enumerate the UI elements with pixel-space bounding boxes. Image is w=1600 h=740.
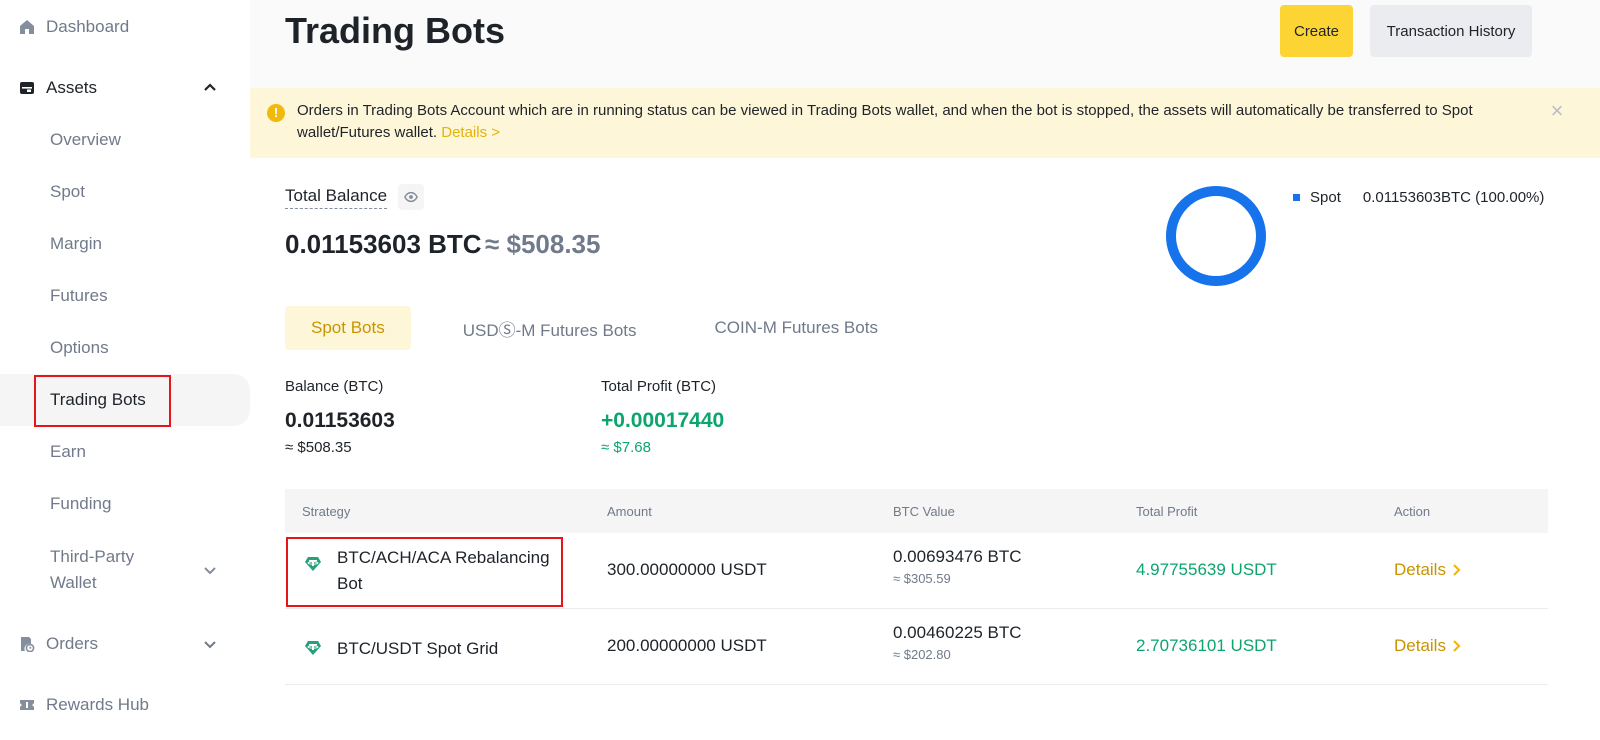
amount-value: 200.00000000 USDT bbox=[607, 636, 767, 655]
warning-icon: ! bbox=[267, 104, 285, 122]
home-icon bbox=[18, 18, 36, 36]
column-header-strategy: Strategy bbox=[302, 504, 351, 519]
profit-stat-value: +0.00017440 bbox=[601, 409, 725, 432]
column-header-action: Action bbox=[1394, 504, 1431, 519]
profit-stat: Total Profit (BTC) +0.00017440 ≈ $7.68 bbox=[601, 378, 724, 456]
app: Dashboard Assets Overview Spot Margin Fu… bbox=[0, 0, 1600, 740]
btc-value: 0.00693476 BTC bbox=[893, 547, 1022, 566]
sidebar-item-futures[interactable]: Futures bbox=[0, 270, 250, 322]
details-label: Details bbox=[1394, 636, 1446, 655]
tab-coin-m-futures-bots[interactable]: COIN-M Futures Bots bbox=[689, 306, 904, 350]
legend-name: Spot bbox=[1310, 189, 1341, 206]
btc-value-cell: 0.00460225 BTC ≈ $202.80 bbox=[893, 623, 1022, 662]
tether-icon bbox=[305, 557, 321, 571]
sidebar-item-trading-bots[interactable]: Trading Bots bbox=[0, 374, 250, 426]
chevron-right-icon bbox=[1453, 564, 1461, 576]
details-link[interactable]: Details bbox=[1394, 636, 1462, 656]
chevron-up-icon[interactable] bbox=[202, 80, 218, 96]
strategy-name[interactable]: BTC/USDT Spot Grid bbox=[337, 636, 567, 662]
total-balance-usd: ≈ $508.35 bbox=[485, 229, 601, 259]
legend-swatch bbox=[1293, 194, 1300, 201]
banner-details-link[interactable]: Details > bbox=[441, 124, 500, 141]
sidebar-item-rewards-hub[interactable]: Rewards Hub bbox=[0, 685, 250, 725]
ticket-icon bbox=[18, 696, 36, 714]
profit-stat-label: Total Profit (BTC) bbox=[601, 378, 717, 395]
sidebar-item-spot[interactable]: Spot bbox=[0, 166, 250, 218]
sidebar-item-label: Funding bbox=[50, 494, 112, 513]
sidebar-item-overview[interactable]: Overview bbox=[0, 114, 250, 166]
allocation-legend: Spot 0.01153603BTC (100.00%) bbox=[1293, 189, 1544, 206]
info-banner: ! Orders in Trading Bots Account which a… bbox=[250, 88, 1600, 158]
table-row: BTC/USDT Spot Grid 200.00000000 USDT 0.0… bbox=[285, 609, 1548, 685]
details-link[interactable]: Details bbox=[1394, 560, 1462, 580]
sidebar-item-options[interactable]: Options bbox=[0, 322, 250, 374]
total-balance-label: Total Balance bbox=[285, 186, 388, 209]
sidebar-item-label: Spot bbox=[50, 182, 85, 201]
strategy-name[interactable]: BTC/ACH/ACA Rebalancing Bot bbox=[337, 545, 567, 597]
details-label: Details bbox=[1394, 560, 1446, 579]
banner-text: Orders in Trading Bots Account which are… bbox=[297, 100, 1537, 144]
tab-spot-bots[interactable]: Spot Bots bbox=[285, 306, 411, 350]
page-title: Trading Bots bbox=[285, 10, 506, 51]
btc-value: 0.00460225 BTC bbox=[893, 623, 1022, 642]
amount-value: 300.00000000 USDT bbox=[607, 560, 767, 579]
balance-stat-value: 0.01153603 bbox=[285, 409, 395, 432]
balance-stat: Balance (BTC) 0.01153603 ≈ $508.35 bbox=[285, 378, 395, 456]
tab-usds-m-futures-bots[interactable]: USDⓈ-M Futures Bots bbox=[437, 306, 663, 350]
donut-slice-spot bbox=[1166, 186, 1266, 286]
sidebar-item-label: Futures bbox=[50, 286, 108, 305]
sidebar-item-funding[interactable]: Funding bbox=[0, 478, 250, 530]
close-icon[interactable]: × bbox=[1548, 100, 1566, 122]
btc-usd-value: ≈ $305.59 bbox=[893, 571, 951, 586]
sidebar-item-label: Overview bbox=[50, 130, 121, 149]
sidebar-item-third-party-wallet[interactable]: Third-Party Wallet bbox=[0, 540, 250, 600]
column-header-total-profit: Total Profit bbox=[1136, 504, 1198, 519]
sidebar-item-label: Earn bbox=[50, 442, 86, 461]
sidebar-item-earn[interactable]: Earn bbox=[0, 426, 250, 478]
table-row: BTC/ACH/ACA Rebalancing Bot 300.00000000… bbox=[285, 533, 1548, 609]
sidebar-item-orders[interactable]: Orders bbox=[0, 624, 250, 664]
balance-stat-usd: ≈ $508.35 bbox=[285, 439, 352, 456]
legend-value: 0.01153603BTC (100.00%) bbox=[1362, 189, 1545, 206]
btc-usd-value: ≈ $202.80 bbox=[893, 647, 951, 662]
orders-clock-icon bbox=[18, 635, 36, 653]
total-balance-btc: 0.01153603 BTC bbox=[285, 229, 482, 259]
btc-value-cell: 0.00693476 BTC ≈ $305.59 bbox=[893, 547, 1022, 586]
wallet-icon bbox=[18, 79, 36, 97]
eye-icon[interactable] bbox=[398, 184, 424, 210]
sidebar-item-label: Assets bbox=[46, 78, 98, 97]
sidebar-item-label: Margin bbox=[50, 234, 102, 253]
sidebar-item-label: Dashboard bbox=[46, 17, 130, 36]
sidebar-item-label: Trading Bots bbox=[50, 390, 146, 409]
bots-table: Strategy Amount BTC Value Total Profit A… bbox=[285, 489, 1548, 685]
sidebar: Dashboard Assets Overview Spot Margin Fu… bbox=[0, 0, 250, 740]
sidebar-item-dashboard[interactable]: Dashboard bbox=[0, 7, 250, 47]
main-content: Trading Bots Create Transaction History … bbox=[250, 0, 1600, 740]
sidebar-item-label: Options bbox=[50, 338, 109, 357]
sidebar-item-assets[interactable]: Assets bbox=[0, 68, 250, 108]
column-header-amount: Amount bbox=[607, 504, 652, 519]
chevron-right-icon bbox=[1453, 640, 1461, 652]
sidebar-item-label: Orders bbox=[46, 634, 98, 653]
sidebar-item-label: Third-Party Wallet bbox=[50, 547, 135, 592]
total-profit-value: 2.70736101 USDT bbox=[1136, 636, 1277, 655]
tether-icon bbox=[305, 641, 321, 655]
sidebar-item-label: Rewards Hub bbox=[46, 695, 149, 714]
table-header: Strategy Amount BTC Value Total Profit A… bbox=[285, 489, 1548, 533]
column-header-btc-value: BTC Value bbox=[893, 504, 955, 519]
total-profit-value: 4.97755639 USDT bbox=[1136, 560, 1277, 579]
transaction-history-button[interactable]: Transaction History bbox=[1370, 5, 1532, 57]
bot-type-tabs: Spot Bots USDⓈ-M Futures Bots COIN-M Fut… bbox=[285, 306, 930, 350]
page-header: Trading Bots Create Transaction History bbox=[250, 0, 1600, 88]
balance-stat-label: Balance (BTC) bbox=[285, 378, 384, 395]
allocation-donut-chart bbox=[1166, 186, 1266, 286]
sidebar-item-margin[interactable]: Margin bbox=[0, 218, 250, 270]
chevron-down-icon[interactable] bbox=[202, 636, 218, 652]
chevron-down-icon[interactable] bbox=[202, 562, 218, 578]
profit-stat-usd: ≈ $7.68 bbox=[601, 439, 651, 456]
create-button[interactable]: Create bbox=[1280, 5, 1353, 57]
